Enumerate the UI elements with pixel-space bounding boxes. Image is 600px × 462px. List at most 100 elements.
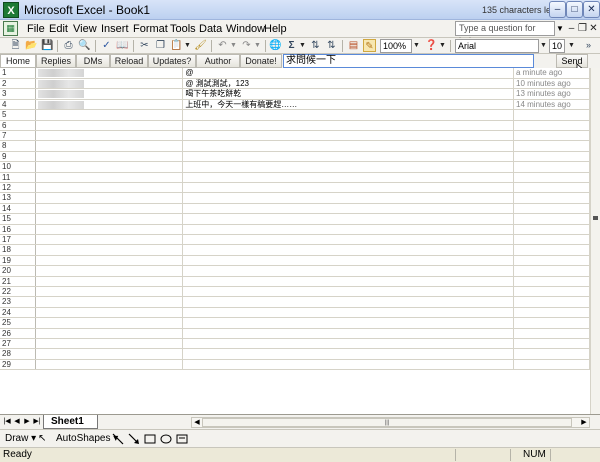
hyperlink-icon[interactable]: 🌐 <box>269 39 282 52</box>
paste-dropdown-icon[interactable]: ▼ <box>183 39 192 53</box>
arrow-icon[interactable] <box>128 433 140 445</box>
user-cell[interactable] <box>35 338 184 350</box>
tweet-time-cell[interactable]: 14 minutes ago <box>513 99 590 111</box>
row-header[interactable]: 6 <box>0 120 37 131</box>
undo-dropdown-icon[interactable]: ▼ <box>229 39 238 53</box>
user-cell[interactable] <box>35 224 184 236</box>
user-cell[interactable] <box>35 78 184 90</box>
maximize-button[interactable]: □ <box>566 1 583 18</box>
tweet-time-cell[interactable] <box>513 276 590 288</box>
user-cell[interactable] <box>35 317 184 329</box>
tweet-text-cell[interactable] <box>182 151 514 163</box>
tweet-text-cell[interactable] <box>182 120 514 131</box>
tweet-time-cell[interactable] <box>513 172 590 183</box>
tweet-time-cell[interactable] <box>513 348 590 360</box>
tweet-text-cell[interactable] <box>182 109 514 121</box>
tweet-text-cell[interactable] <box>182 130 514 142</box>
user-cell[interactable] <box>35 348 184 360</box>
help-icon[interactable]: ❓ <box>425 39 438 52</box>
user-cell[interactable] <box>35 68 184 79</box>
paste-icon[interactable]: 📋 <box>170 39 183 52</box>
tweet-text-cell[interactable] <box>182 224 514 236</box>
user-cell[interactable] <box>35 130 184 142</box>
row-header[interactable]: 7 <box>0 130 37 142</box>
redo-icon[interactable]: ↷ <box>240 39 253 52</box>
tweet-text-cell[interactable] <box>182 307 514 319</box>
prev-sheet-icon[interactable]: ◀ <box>12 416 22 428</box>
tweet-input[interactable]: 求問候一下 <box>283 54 534 68</box>
row-header[interactable]: 29 <box>0 359 37 371</box>
row-header[interactable]: 20 <box>0 265 37 277</box>
menu-data[interactable]: Data <box>199 23 222 35</box>
tweet-text-cell[interactable] <box>182 161 514 173</box>
tweet-text-cell[interactable] <box>182 276 514 288</box>
rectangle-icon[interactable] <box>144 433 156 445</box>
tweet-text-cell[interactable] <box>182 140 514 152</box>
tweet-time-cell[interactable] <box>513 234 590 246</box>
toolbar-options-icon[interactable]: » <box>582 39 595 52</box>
zoom-select[interactable]: 100% <box>380 39 412 53</box>
user-cell[interactable] <box>35 265 184 277</box>
tweet-text-cell[interactable]: 上班中，今天一樣有稿要趕…… <box>182 99 514 111</box>
scroll-right-icon[interactable]: ▶ <box>579 418 589 427</box>
row-header[interactable]: 1 <box>0 68 37 79</box>
tweet-time-cell[interactable] <box>513 120 590 131</box>
tweet-text-cell[interactable] <box>182 296 514 308</box>
textbox-icon[interactable] <box>176 433 188 445</box>
tweet-text-cell[interactable] <box>182 203 514 215</box>
worksheet-grid[interactable]: 1 @ a minute ago 2 @ 測試測試，123 10 minutes ago 3… <box>0 68 590 414</box>
row-header[interactable]: 23 <box>0 296 37 308</box>
tweet-text-cell[interactable] <box>182 192 514 204</box>
row-header[interactable]: 18 <box>0 244 37 256</box>
next-sheet-icon[interactable]: ▶ <box>22 416 32 428</box>
user-cell[interactable] <box>35 307 184 319</box>
row-header[interactable]: 27 <box>0 338 37 350</box>
oval-icon[interactable] <box>160 433 172 445</box>
menu-view[interactable]: View <box>73 23 97 35</box>
autosum-dropdown-icon[interactable]: ▼ <box>298 39 307 53</box>
tweet-text-cell[interactable]: 喝下午茶吃餅乾 <box>182 88 514 100</box>
tweet-text-cell[interactable]: @ <box>182 68 514 79</box>
save-icon[interactable]: 💾 <box>41 39 54 52</box>
tweet-time-cell[interactable] <box>513 359 590 371</box>
tweet-time-cell[interactable] <box>513 192 590 204</box>
user-cell[interactable] <box>35 203 184 215</box>
tweet-time-cell[interactable]: 13 minutes ago <box>513 88 590 100</box>
excel-app-icon[interactable]: X <box>3 2 19 18</box>
donate-button[interactable]: Donate! <box>240 54 282 68</box>
first-sheet-icon[interactable]: |◀ <box>2 416 12 428</box>
row-header[interactable]: 4 <box>0 99 37 111</box>
print-icon[interactable]: ⎙ <box>62 39 75 52</box>
user-cell[interactable] <box>35 286 184 298</box>
zoom-dropdown-icon[interactable]: ▼ <box>412 39 421 53</box>
horizontal-scrollbar[interactable]: ◀ ||| ▶ <box>191 417 590 428</box>
row-header[interactable]: 15 <box>0 213 37 225</box>
select-objects-icon[interactable]: ↖ <box>38 433 46 444</box>
workbook-icon[interactable]: ▦ <box>3 21 18 36</box>
user-cell[interactable] <box>35 120 184 131</box>
tweet-time-cell[interactable] <box>513 265 590 277</box>
row-header[interactable]: 10 <box>0 161 37 173</box>
row-header[interactable]: 25 <box>0 317 37 329</box>
replies-button[interactable]: Replies <box>36 54 76 68</box>
tweet-text-cell[interactable] <box>182 172 514 183</box>
tweet-text-cell[interactable] <box>182 348 514 360</box>
menu-insert[interactable]: Insert <box>101 23 129 35</box>
drawing-icon[interactable]: ✎ <box>363 39 376 52</box>
tweet-text-cell[interactable] <box>182 213 514 225</box>
format-painter-icon[interactable]: 🖌 <box>194 39 207 52</box>
tweet-text-cell[interactable] <box>182 182 514 194</box>
row-header[interactable]: 28 <box>0 348 37 360</box>
tweet-time-cell[interactable] <box>513 328 590 340</box>
minimize-button[interactable]: – <box>549 1 566 18</box>
tweet-text-cell[interactable] <box>182 244 514 256</box>
menu-edit[interactable]: Edit <box>49 23 68 35</box>
user-cell[interactable] <box>35 234 184 246</box>
cut-icon[interactable]: ✂ <box>138 39 151 52</box>
row-header[interactable]: 13 <box>0 192 37 204</box>
user-cell[interactable] <box>35 192 184 204</box>
undo-icon[interactable]: ↶ <box>216 39 229 52</box>
tweet-time-cell[interactable] <box>513 286 590 298</box>
row-header[interactable]: 12 <box>0 182 37 194</box>
reload-button[interactable]: Reload <box>110 54 148 68</box>
